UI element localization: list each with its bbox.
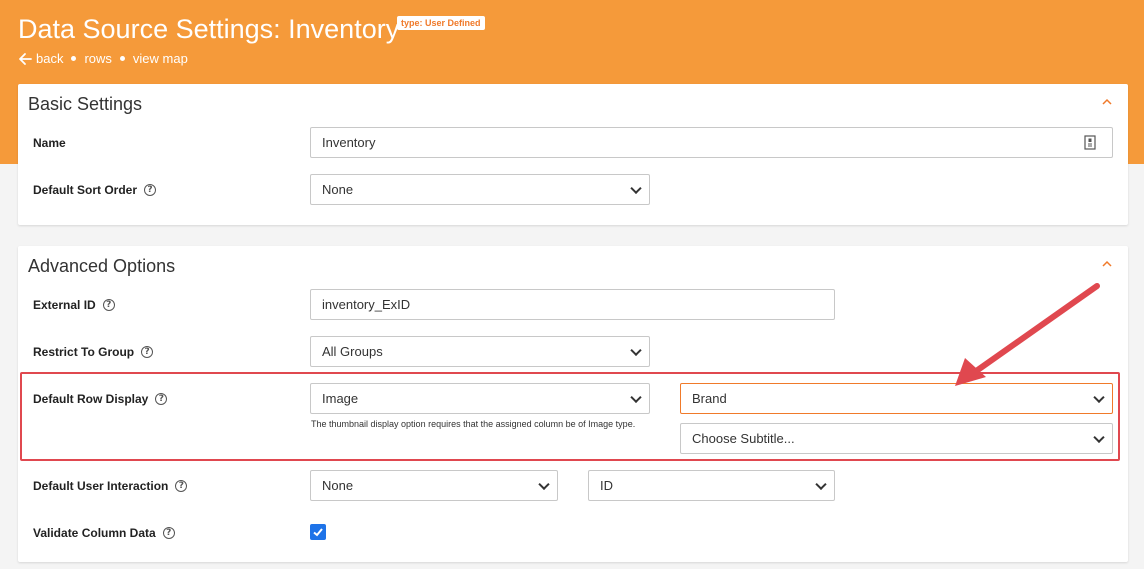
name-input[interactable]: Inventory bbox=[310, 127, 1113, 158]
chevron-up-icon[interactable] bbox=[1101, 258, 1113, 270]
name-label-text: Name bbox=[33, 136, 66, 150]
page-title: Data Source Settings: Inventory bbox=[18, 14, 400, 44]
interaction-column-select[interactable]: ID bbox=[588, 470, 835, 501]
validate-label-text: Validate Column Data bbox=[33, 526, 156, 540]
annotation-arrow-icon bbox=[955, 283, 1100, 386]
sort-order-select[interactable]: None bbox=[310, 174, 650, 205]
view-map-link[interactable]: view map bbox=[133, 51, 188, 66]
validate-label: Validate Column Data ? bbox=[33, 526, 175, 540]
external-id-label-text: External ID bbox=[33, 298, 96, 312]
restrict-group-label-text: Restrict To Group bbox=[33, 345, 135, 359]
back-arrow-icon[interactable] bbox=[18, 52, 32, 66]
user-interaction-label-text: Default User Interaction bbox=[33, 479, 169, 493]
help-icon[interactable]: ? bbox=[175, 480, 188, 492]
back-link[interactable]: back bbox=[36, 51, 63, 66]
user-interaction-value: None bbox=[322, 478, 354, 493]
name-label: Name bbox=[33, 136, 66, 150]
name-input-value: Inventory bbox=[322, 135, 376, 150]
subtitle-select[interactable]: Choose Subtitle... bbox=[680, 423, 1113, 454]
row-display-value: Image bbox=[322, 391, 359, 406]
external-id-label: External ID ? bbox=[33, 298, 115, 312]
row-display-select[interactable]: Image bbox=[310, 383, 650, 414]
restrict-group-value: All Groups bbox=[322, 344, 383, 359]
help-icon[interactable]: ? bbox=[162, 527, 175, 539]
restrict-group-label: Restrict To Group ? bbox=[33, 345, 154, 359]
row-display-note: The thumbnail display option requires th… bbox=[311, 419, 636, 429]
external-id-value: inventory_ExID bbox=[322, 297, 411, 312]
type-badge: type: User Defined bbox=[397, 16, 485, 30]
sort-order-value: None bbox=[322, 182, 354, 197]
interaction-column-value: ID bbox=[600, 478, 613, 493]
checkmark-icon bbox=[313, 528, 323, 537]
advanced-options-title: Advanced Options bbox=[28, 256, 176, 276]
sort-order-label-text: Default Sort Order bbox=[33, 183, 138, 197]
user-interaction-select[interactable]: None bbox=[310, 470, 558, 501]
validate-checkbox[interactable] bbox=[310, 524, 326, 540]
basic-settings-title: Basic Settings bbox=[28, 94, 143, 114]
chevron-up-icon[interactable] bbox=[1101, 96, 1113, 108]
help-icon[interactable]: ? bbox=[155, 393, 168, 405]
sort-order-label: Default Sort Order ? bbox=[33, 183, 157, 197]
help-icon[interactable]: ? bbox=[102, 299, 115, 311]
separator-dot bbox=[71, 56, 77, 61]
help-icon[interactable]: ? bbox=[144, 184, 157, 196]
help-icon[interactable]: ? bbox=[141, 346, 154, 358]
subtitle-value: Choose Subtitle... bbox=[692, 431, 795, 446]
rows-link[interactable]: rows bbox=[84, 51, 111, 66]
document-icon[interactable] bbox=[1084, 135, 1096, 150]
row-display-label-text: Default Row Display bbox=[33, 392, 149, 406]
user-interaction-label: Default User Interaction ? bbox=[33, 479, 188, 493]
title-column-value: Brand bbox=[692, 391, 727, 406]
external-id-input[interactable]: inventory_ExID bbox=[310, 289, 835, 320]
separator-dot bbox=[119, 56, 125, 61]
breadcrumb-nav: back rows view map bbox=[18, 51, 188, 66]
row-display-label: Default Row Display ? bbox=[33, 392, 168, 406]
restrict-group-select[interactable]: All Groups bbox=[310, 336, 650, 367]
